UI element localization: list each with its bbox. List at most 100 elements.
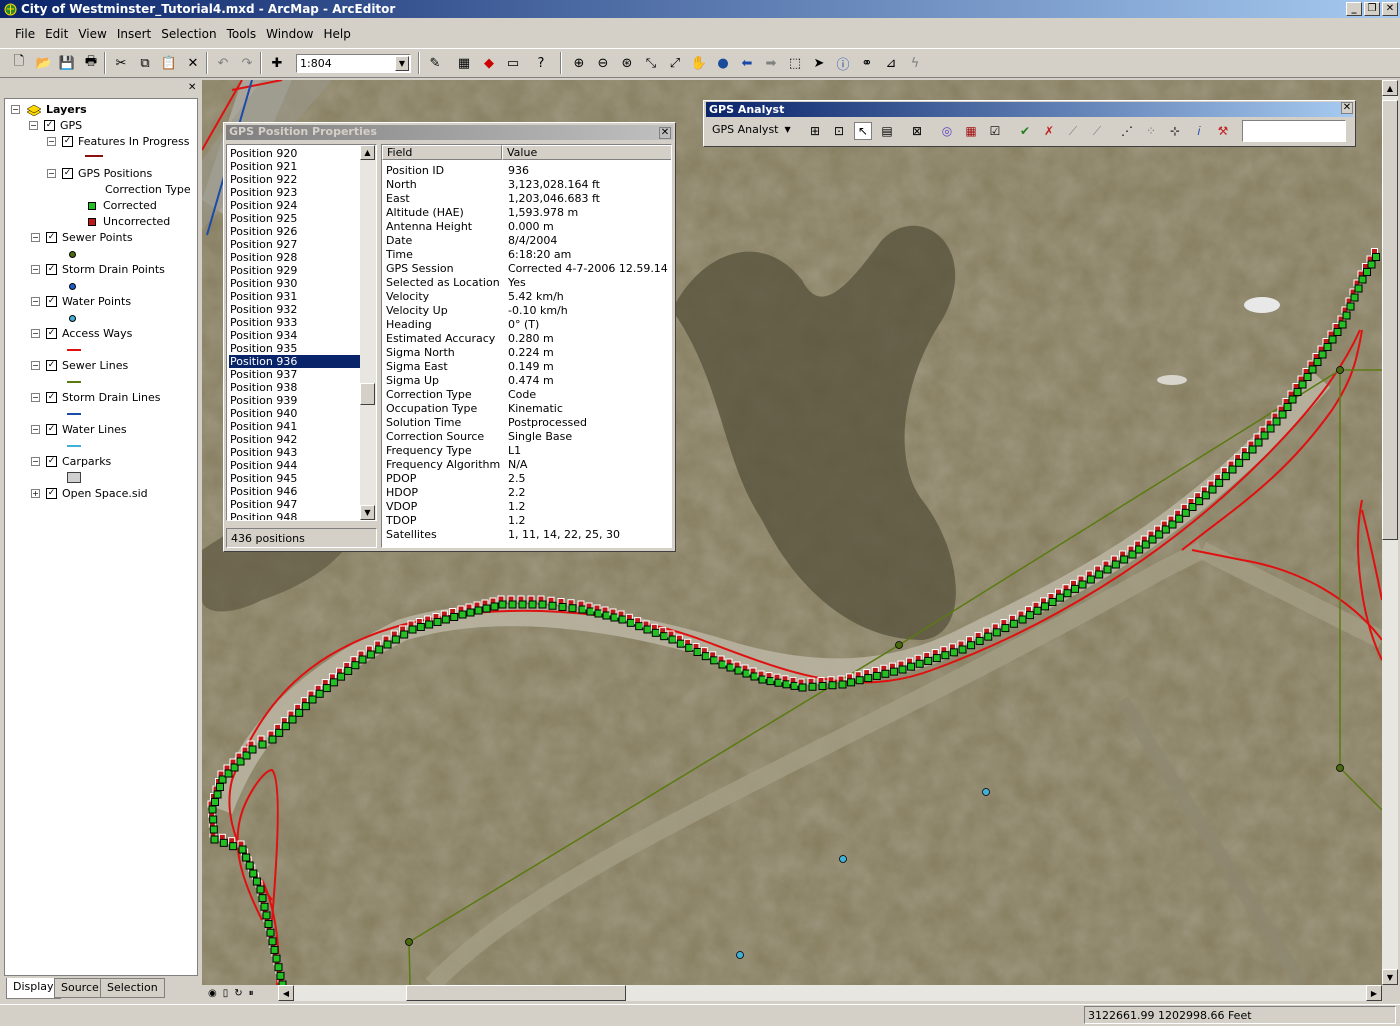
corrected-position-marker[interactable] <box>242 853 251 862</box>
corrected-position-marker[interactable] <box>358 655 367 664</box>
menu-edit[interactable]: Edit <box>40 27 73 41</box>
select-features-icon[interactable]: ⬚ <box>786 54 804 72</box>
whats-this-icon[interactable]: ? <box>532 54 550 72</box>
corrected-position-marker[interactable] <box>209 815 218 824</box>
corrected-position-marker[interactable] <box>210 835 219 844</box>
save-icon[interactable]: 💾 <box>58 54 76 72</box>
minimize-button[interactable]: _ <box>1346 2 1362 16</box>
position-list-item[interactable]: Position 927 <box>229 238 361 251</box>
corrected-position-marker[interactable] <box>701 652 710 661</box>
collapse-icon[interactable]: − <box>31 297 40 306</box>
corrected-position-marker[interactable] <box>1298 380 1307 389</box>
find-binoculars-icon[interactable]: ⚭ <box>858 54 876 72</box>
corrected-position-marker[interactable] <box>441 615 450 624</box>
corrected-position-marker[interactable] <box>718 660 727 669</box>
command-line-icon[interactable]: ▭ <box>504 54 522 72</box>
corrected-position-marker[interactable] <box>685 643 694 652</box>
position-list-item[interactable]: Position 930 <box>229 277 361 290</box>
arccatalog-icon[interactable]: ▦ <box>455 54 473 72</box>
corrected-position-marker[interactable] <box>1135 545 1144 554</box>
corrected-position-marker[interactable] <box>1328 335 1337 344</box>
corrected-position-marker[interactable] <box>329 678 338 687</box>
corrected-position-marker[interactable] <box>1181 508 1190 517</box>
corrected-position-marker[interactable] <box>425 620 434 629</box>
collapse-icon[interactable]: − <box>31 361 40 370</box>
corrected-position-marker[interactable] <box>1018 615 1027 624</box>
zoom-out-icon[interactable]: ⊖ <box>594 54 612 72</box>
corrected-position-marker[interactable] <box>818 682 827 690</box>
layer-visibility-checkbox[interactable]: ✓ <box>44 120 55 131</box>
menu-help[interactable]: Help <box>318 27 355 41</box>
position-list[interactable]: Position 920 Position 921 Position 922 Posi… <box>226 144 377 521</box>
add-gps-data-icon[interactable]: ⊞ <box>806 122 824 140</box>
collapse-icon[interactable]: − <box>31 265 40 274</box>
toc-layer-water-lines[interactable]: − ✓ Water Lines <box>31 423 127 436</box>
corrected-position-marker[interactable] <box>693 648 702 656</box>
corrected-position-marker[interactable] <box>268 937 277 946</box>
corrected-position-marker[interactable] <box>967 641 976 650</box>
layer-visibility-checkbox[interactable]: ✓ <box>46 392 57 403</box>
pause-drawing-icon[interactable]: ⏸ <box>249 988 254 999</box>
position-list-item[interactable]: Position 936 <box>229 355 361 368</box>
corrected-position-marker[interactable] <box>1128 550 1137 559</box>
toc-layer-water-points[interactable]: − ✓ Water Points <box>31 295 131 308</box>
globe-view-icon[interactable]: ◉ <box>208 988 217 999</box>
corrected-position-marker[interactable] <box>351 661 360 670</box>
corrected-position-marker[interactable] <box>498 600 507 609</box>
corrected-position-marker[interactable] <box>635 622 644 631</box>
close-icon[interactable]: ✕ <box>659 127 671 139</box>
corrected-position-marker[interactable] <box>1241 452 1250 461</box>
toc-layer-sewer-lines[interactable]: − ✓ Sewer Lines <box>31 359 128 372</box>
corrected-position-marker[interactable] <box>1120 555 1129 564</box>
corrected-position-marker[interactable] <box>1248 445 1257 454</box>
scroll-thumb[interactable] <box>406 985 626 1001</box>
corrected-position-marker[interactable] <box>538 600 547 609</box>
position-list-item[interactable]: Position 943 <box>229 446 361 459</box>
corrected-position-marker[interactable] <box>1272 417 1281 426</box>
corrected-position-marker[interactable] <box>209 825 218 834</box>
layer-visibility-checkbox[interactable]: ✓ <box>46 264 57 275</box>
corrected-position-marker[interactable] <box>1071 584 1079 593</box>
corrected-position-marker[interactable] <box>229 842 238 851</box>
corrected-position-marker[interactable] <box>264 920 273 929</box>
info-icon[interactable]: 𝑖 <box>1190 122 1208 140</box>
arctoolbox-icon[interactable]: ◆ <box>480 54 498 72</box>
menu-tools[interactable]: Tools <box>222 27 262 41</box>
pan-hand-icon[interactable]: ✋ <box>690 54 708 72</box>
close-icon[interactable]: ✕ <box>1341 102 1353 114</box>
toc-layer-access-ways[interactable]: − ✓ Access Ways <box>31 327 132 340</box>
position-list-item[interactable]: Position 945 <box>229 472 361 485</box>
corrected-position-marker[interactable] <box>256 885 265 894</box>
corrected-position-marker[interactable] <box>450 613 459 621</box>
corrected-position-marker[interactable] <box>838 680 847 689</box>
corrected-position-marker[interactable] <box>211 798 219 806</box>
tab-source[interactable]: Source <box>54 978 106 998</box>
position-list-item[interactable]: Position 946 <box>229 485 361 498</box>
corrected-position-marker[interactable] <box>258 894 267 903</box>
gps-analyst-input[interactable] <box>1242 120 1346 142</box>
collapse-icon[interactable]: − <box>31 329 40 338</box>
layer-visibility-checkbox[interactable]: ✓ <box>46 232 57 243</box>
corrected-position-marker[interactable] <box>1266 424 1275 433</box>
corrected-position-marker[interactable] <box>268 735 277 744</box>
corrected-position-marker[interactable] <box>1009 619 1018 628</box>
value-column-header[interactable]: Value <box>502 145 671 160</box>
corrected-position-marker[interactable] <box>782 680 791 689</box>
create-feature-icon[interactable]: ✔ <box>1016 122 1034 140</box>
corrected-position-marker[interactable] <box>618 615 627 624</box>
fixed-zoom-icon[interactable]: ⊛ <box>618 54 636 72</box>
menu-insert[interactable]: Insert <box>112 27 156 41</box>
corrected-position-marker[interactable] <box>1155 530 1164 539</box>
corrected-position-marker[interactable] <box>1041 602 1049 611</box>
corrected-position-marker[interactable] <box>400 630 409 639</box>
restore-button[interactable]: ❐ <box>1364 2 1380 16</box>
position-list-item[interactable]: Position 929 <box>229 264 361 277</box>
offset-icon[interactable]: ⟋ <box>1088 122 1106 140</box>
position-list-item[interactable]: Position 921 <box>229 160 361 173</box>
corrected-position-marker[interactable] <box>1001 624 1010 633</box>
corrected-position-marker[interactable] <box>889 667 898 676</box>
corrected-position-marker[interactable] <box>710 656 719 665</box>
position-list-item[interactable]: Position 926 <box>229 225 361 238</box>
toc-layer-carparks[interactable]: − ✓ Carparks <box>31 455 111 468</box>
position-list-item[interactable]: Position 920 <box>229 147 361 160</box>
